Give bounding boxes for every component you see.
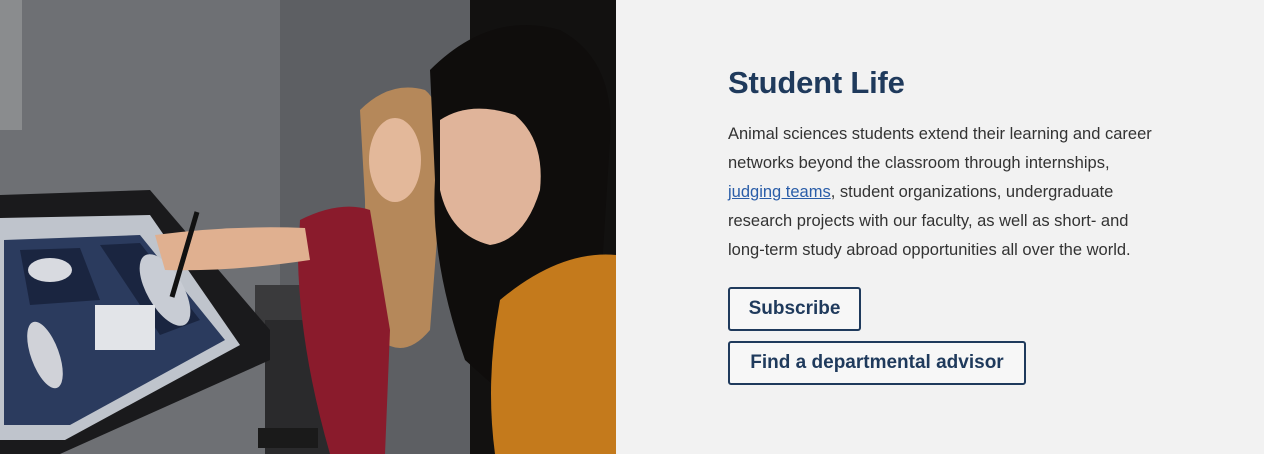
find-advisor-button[interactable]: Find a departmental advisor <box>728 341 1026 385</box>
judging-teams-link[interactable]: judging teams <box>728 183 831 201</box>
subscribe-button[interactable]: Subscribe <box>728 287 861 331</box>
hero-photo <box>0 0 616 454</box>
description-text-start: Animal sciences students extend their le… <box>728 125 1152 172</box>
photo-students-at-screen-icon <box>0 0 616 454</box>
section-title: Student Life <box>728 65 905 100</box>
section-description: Animal sciences students extend their le… <box>728 120 1158 265</box>
student-life-section: Student Life Animal sciences students ex… <box>728 64 1168 265</box>
